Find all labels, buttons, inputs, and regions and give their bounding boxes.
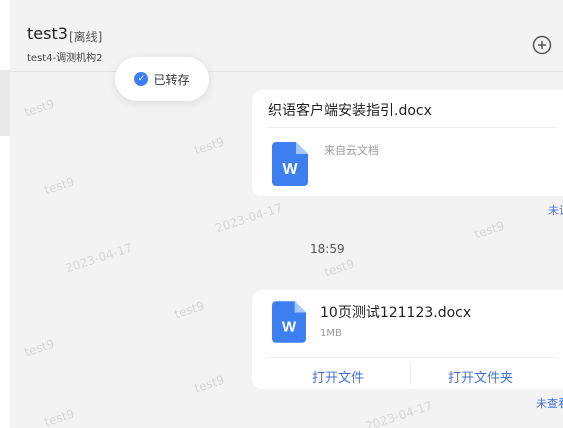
svg-text:W: W [282,161,298,178]
watermark-date: 2023-04-17 [213,200,285,236]
divider [410,363,411,385]
watermark-user: test9 [192,134,227,158]
toast-text: 已转存 [153,72,190,87]
watermark-user: test9 [42,406,77,428]
message-time: 18:59 [310,242,345,256]
read-status: 未读 [548,204,563,217]
cloud-doc-message[interactable]: 织语客户端安装指引.docx W 来自云文档 [252,90,563,196]
divider [268,357,556,358]
watermark-user: test9 [192,372,227,396]
svg-text:W: W [282,318,297,335]
open-folder-button[interactable]: 打开文件夹 [448,367,513,386]
watermark-user: test9 [322,256,357,280]
contact-name: test3 [27,24,68,43]
chat-header: test3 [离线] test4-调测机构2 [10,0,563,72]
read-status: 未查看 [536,397,563,410]
file-message: W 10页测试121123.docx 1MB 打开文件 打开文件夹 [252,290,563,389]
word-file-icon: W [272,301,306,343]
watermark-user: test9 [22,336,57,360]
watermark-user: test9 [172,298,207,322]
word-file-icon: W [272,142,308,186]
file-name: 10页测试121123.docx [320,305,472,321]
watermark-user: test9 [22,96,57,120]
file-size: 1MB [320,328,342,339]
left-panel-edge [0,0,10,428]
doc-source: 来自云文档 [324,144,379,157]
watermark-user: test9 [42,174,77,198]
open-file-button[interactable]: 打开文件 [312,367,364,386]
divider [268,127,556,128]
saved-toast: ✓ 已转存 [115,57,209,101]
contact-organization: test4-调测机构2 [27,53,103,64]
contact-status: [离线] [69,30,103,44]
watermark-date: 2023-04-17 [63,240,135,276]
watermark-user: test9 [472,218,507,242]
doc-title: 织语客户端安装指引.docx [268,103,432,119]
watermark-date: 2023-04-17 [363,398,435,428]
add-circle-icon[interactable] [531,34,553,56]
check-circle-icon: ✓ [134,72,149,86]
selected-conversation-edge [0,70,10,136]
